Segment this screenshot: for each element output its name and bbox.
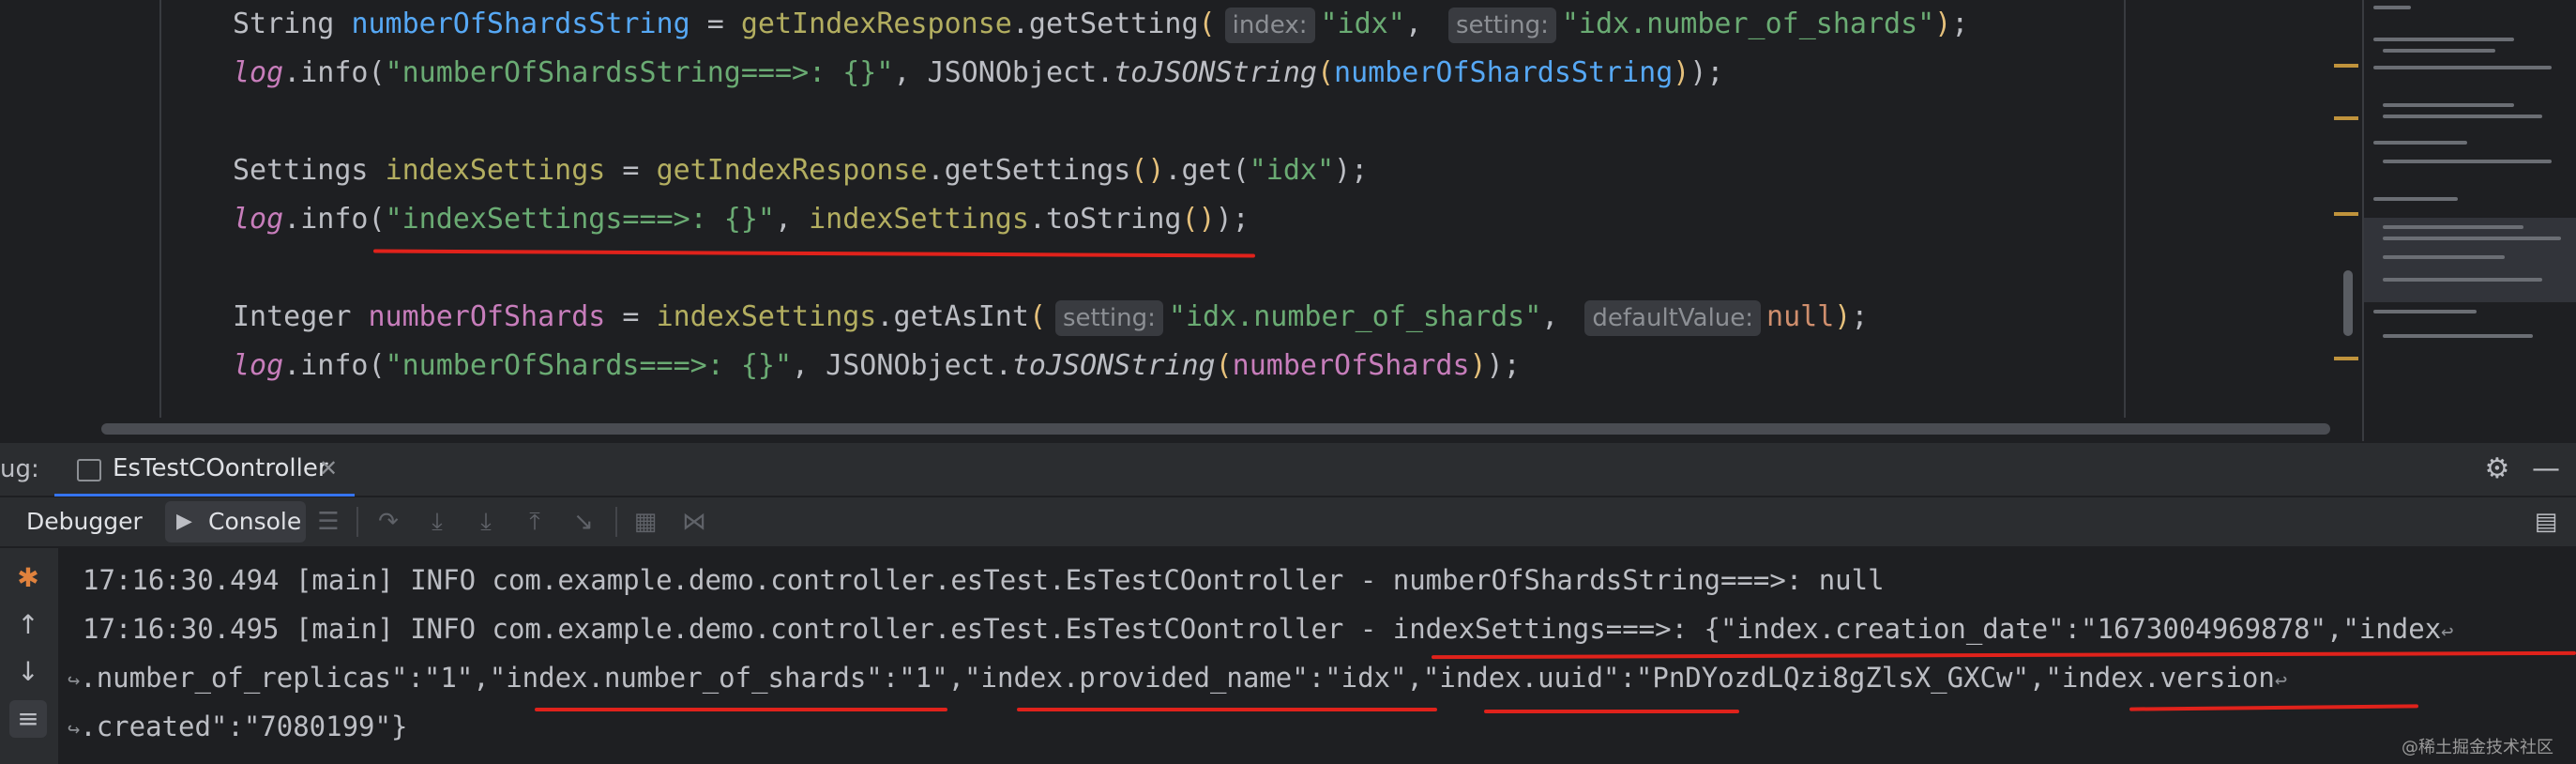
variable-name: indexSettings — [385, 154, 606, 187]
wrap-icon: ↪ — [68, 669, 81, 693]
param-hint: setting: — [1055, 299, 1163, 336]
red-underline — [2129, 704, 2419, 711]
gear-icon[interactable]: ⚙ — [2478, 451, 2516, 488]
string-literal: "numberOfShards===>: {}" — [385, 349, 793, 382]
string-arg: "idx" — [1249, 154, 1335, 187]
method-call: getSetting — [1028, 8, 1199, 40]
log-field: log — [233, 203, 284, 236]
warning-marker[interactable] — [2334, 212, 2358, 216]
string-arg: "idx" — [1320, 8, 1405, 40]
tab-console-label: Console — [208, 508, 302, 535]
console-line: ↪.number_of_replicas":"1","index.number_… — [68, 653, 2287, 702]
debug-tool-window-header: ug: EsTestCOontroller ✕ ⚙ — — [0, 443, 2576, 497]
arrow-down-icon[interactable]: ↓ — [9, 653, 47, 691]
variable-ref: numberOfShards — [1232, 349, 1470, 382]
console-icon — [77, 459, 101, 481]
method-call: get — [1181, 154, 1233, 187]
class-ref: JSONObject — [826, 349, 995, 382]
console-play-icon: ▶ — [176, 510, 192, 533]
param-hint: index: — [1224, 7, 1315, 43]
null-keyword: null — [1766, 300, 1835, 333]
right-margin-guide — [2124, 0, 2126, 418]
method-call: .info( — [283, 203, 386, 236]
log-field: log — [233, 56, 284, 89]
console-line: 17:16:30.495 [main] INFO com.example.dem… — [83, 604, 2453, 653]
step-into-icon[interactable]: ⤓ — [420, 505, 454, 539]
close-icon[interactable]: ✕ — [319, 443, 338, 494]
method-call: getSettings — [944, 154, 1131, 187]
vertical-scrollbar[interactable] — [2343, 270, 2353, 336]
code-editor[interactable]: String numberOfShardsString = getIndexRe… — [0, 0, 2576, 441]
console-output[interactable]: 17:16:30.494 [main] INFO com.example.dem… — [60, 548, 2576, 764]
variable-ref: indexSettings — [809, 203, 1029, 236]
string-literal: "indexSettings===>: {}" — [385, 203, 775, 236]
console-line-text: .created":"7080199"} — [80, 711, 408, 742]
object-ref: indexSettings — [656, 300, 877, 333]
step-over-icon[interactable]: ↷ — [371, 505, 405, 539]
soft-wrap-icon[interactable]: ≡ — [9, 700, 47, 738]
minimize-icon[interactable]: — — [2527, 451, 2565, 488]
object-ref: getIndexResponse — [740, 8, 1012, 40]
type-name: String — [233, 8, 335, 40]
warning-marker[interactable] — [2334, 116, 2358, 120]
evaluate-expression-icon[interactable]: ▦ — [629, 505, 662, 539]
wrap-icon: ↩ — [2274, 669, 2288, 693]
debug-label: ug: — [0, 455, 39, 483]
static-method: toJSONString — [1011, 349, 1216, 382]
minimap-viewport[interactable] — [2364, 218, 2576, 302]
log-field: log — [233, 349, 284, 382]
debug-side-toolbar: ✱ ↑ ↓ ≡ — [0, 548, 60, 764]
param-hint: defaultValue: — [1584, 299, 1762, 336]
red-underline — [1017, 708, 1437, 711]
wrap-icon: ↪ — [68, 718, 81, 741]
console-line-text: 17:16:30.495 [main] INFO com.example.dem… — [83, 613, 2442, 645]
run-config-tab[interactable]: EsTestCOontroller ✕ — [54, 443, 355, 497]
method-call: .info( — [283, 349, 386, 382]
code-area[interactable]: String numberOfShardsString = getIndexRe… — [161, 0, 2122, 418]
run-to-cursor-icon[interactable]: ↘ — [567, 505, 600, 539]
run-config-label: EsTestCOontroller — [113, 454, 328, 482]
force-step-into-icon[interactable]: ⤓ — [469, 505, 503, 539]
object-ref: getIndexResponse — [656, 154, 928, 187]
string-arg: "idx.number_of_shards" — [1561, 8, 1935, 40]
variable-name: numberOfShards — [368, 300, 606, 333]
step-out-icon[interactable]: ⤒ — [518, 505, 552, 539]
code-line-3[interactable]: Settings indexSettings = getIndexRespons… — [233, 146, 1368, 195]
menu-icon[interactable]: ☰ — [311, 505, 345, 539]
debug-bug-icon[interactable]: ✱ — [9, 559, 47, 597]
editor-gutter — [0, 0, 159, 441]
console-line-text: .number_of_replicas":"1","index.number_o… — [80, 662, 2275, 694]
debug-toolbar: Debugger ▶ Console ☰ ↷ ⤓ ⤓ ⤒ ↘ ▦ ⋈ ▤ — [0, 497, 2576, 548]
class-ref: JSONObject — [927, 56, 1098, 89]
code-line-1[interactable]: String numberOfShardsString = getIndexRe… — [233, 0, 1968, 49]
type-name: Settings — [233, 154, 369, 187]
variable-name: numberOfShardsString — [351, 8, 690, 40]
variable-ref: numberOfShardsString — [1334, 56, 1674, 89]
method-call: toString — [1045, 203, 1182, 236]
code-line-4[interactable]: log.info("indexSettings===>: {}", indexS… — [233, 195, 1250, 244]
horizontal-scrollbar[interactable] — [101, 423, 2330, 435]
arrow-up-icon[interactable]: ↑ — [9, 606, 47, 644]
console-line: 17:16:30.494 [main] INFO com.example.dem… — [83, 564, 1885, 596]
trace-icon[interactable]: ⋈ — [677, 505, 711, 539]
code-line-5[interactable]: Integer numberOfShards = indexSettings.g… — [233, 293, 1868, 342]
warning-marker[interactable] — [2334, 64, 2358, 68]
red-underline — [535, 708, 947, 711]
static-method: toJSONString — [1114, 56, 1317, 89]
warning-marker[interactable] — [2334, 357, 2358, 360]
type-name: Integer — [233, 300, 352, 333]
tab-debugger[interactable]: Debugger — [26, 497, 143, 546]
string-arg: "idx.number_of_shards" — [1168, 300, 1542, 333]
param-hint: setting: — [1447, 7, 1556, 43]
method-call: .info( — [283, 56, 386, 89]
method-call: getAsInt — [893, 300, 1029, 333]
string-literal: "numberOfShardsString===>: {}" — [385, 56, 894, 89]
code-line-2[interactable]: log.info("numberOfShardsString===>: {}",… — [233, 49, 1723, 98]
console-line: ↪.created":"7080199"} — [68, 702, 407, 751]
watermark: @稀土掘金技术社区 — [2402, 738, 2553, 757]
wrap-icon: ↩ — [2441, 620, 2454, 644]
layout-icon[interactable]: ▤ — [2529, 505, 2563, 539]
red-underline — [1484, 710, 1739, 713]
code-line-6[interactable]: log.info("numberOfShards===>: {}", JSONO… — [233, 342, 1521, 390]
